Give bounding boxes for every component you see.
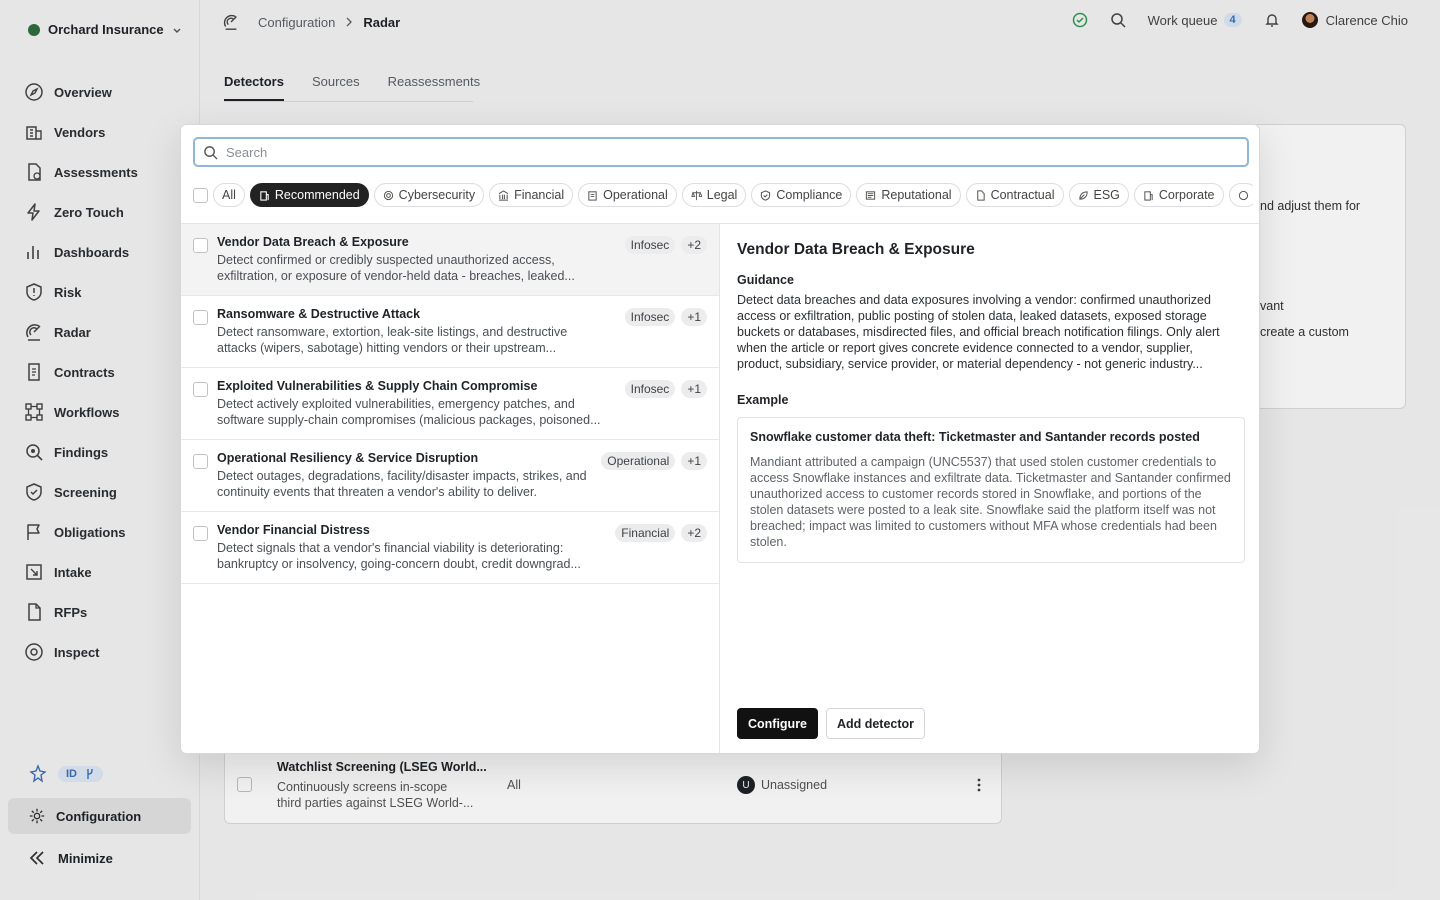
add-detector-button[interactable]: Add detector (826, 708, 925, 739)
detector-row[interactable]: Operational Resiliency & Service Disrupt… (181, 440, 719, 512)
detector-desc: Detect actively exploited vulnerabilitie… (217, 397, 601, 427)
detector-checkbox[interactable] (193, 526, 208, 541)
detector-list: Vendor Data Breach & Exposure Detect con… (181, 224, 719, 584)
scales-icon (691, 190, 702, 200)
filter-chip-legal[interactable]: Legal (681, 183, 747, 207)
chip-label: Cybersecurity (398, 188, 476, 202)
category-filters: All Recommended Cybersecurity Financial … (193, 183, 1253, 207)
select-all-checkbox[interactable] (193, 187, 208, 203)
detector-desc: Detect ransomware, extortion, leak-site … (217, 325, 568, 355)
configure-button[interactable]: Configure (737, 708, 818, 739)
filter-chip-contractual[interactable]: Contractual (965, 183, 1064, 207)
example-title: Snowflake customer data theft: Ticketmas… (750, 430, 1200, 444)
filter-chip-cybersecurity[interactable]: Cybersecurity (373, 183, 485, 207)
more-tags-badge: +2 (681, 524, 707, 542)
detector-row[interactable]: Vendor Data Breach & Exposure Detect con… (181, 224, 719, 296)
chip-label: Legal (706, 188, 738, 202)
example-card: Snowflake customer data theft: Ticketmas… (737, 417, 1245, 563)
detector-title: Vendor Financial Distress (217, 523, 370, 537)
detector-desc: Detect confirmed or credibly suspected u… (217, 253, 575, 283)
category-tag: Operational (601, 452, 676, 470)
detector-checkbox[interactable] (193, 454, 208, 469)
filter-chip-financial[interactable]: Financial (489, 183, 574, 207)
detector-tags: Operational +1 (601, 452, 707, 470)
category-tag: Infosec (624, 380, 676, 398)
chip-label: Operational (603, 188, 668, 202)
modal-column-divider (719, 223, 720, 753)
detector-title: Exploited Vulnerabilities & Supply Chain… (217, 379, 538, 393)
fingerprint-icon (383, 190, 393, 200)
guidance-label: Guidance (737, 273, 794, 287)
filter-chip-all[interactable]: All (213, 183, 245, 207)
add-detector-modal: Search All Recommended Cybersecurity Fin… (180, 124, 1260, 754)
filter-chip-operational[interactable]: Operational (578, 183, 677, 207)
chip-label: Compliance (776, 188, 843, 202)
filter-chip-reputational[interactable]: Reputational (856, 183, 961, 207)
search-icon (204, 145, 218, 160)
clipboard-icon (588, 190, 597, 201)
category-tag: Infosec (624, 236, 676, 254)
bank-icon (498, 189, 509, 201)
shield-check-icon (761, 189, 771, 201)
chip-label: Financial (514, 188, 565, 202)
detector-desc: Detect outages, degradations, facility/d… (217, 469, 587, 499)
example-label: Example (737, 393, 789, 407)
search-input[interactable]: Search (193, 137, 1249, 167)
chip-label: Contractual (990, 188, 1055, 202)
globe-icon (1238, 190, 1248, 200)
detector-tags: Infosec +1 (624, 308, 707, 326)
chip-label: All (222, 188, 236, 202)
example-body: Mandiant attributed a campaign (UNC5537)… (750, 455, 1231, 549)
detector-checkbox[interactable] (193, 382, 208, 397)
filter-chip-recommended[interactable]: Recommended (249, 183, 369, 207)
building-icon (260, 190, 269, 201)
detector-row[interactable]: Ransomware & Destructive Attack Detect r… (181, 296, 719, 368)
newspaper-icon (866, 190, 876, 200)
category-tag: Infosec (624, 308, 676, 326)
building-icon (1144, 190, 1153, 201)
filter-chip-more[interactable] (1228, 183, 1253, 207)
filter-chip-corporate[interactable]: Corporate (1133, 183, 1224, 207)
document-icon (976, 189, 985, 201)
chip-label: ESG (1093, 188, 1120, 202)
guidance-text: Detect data breaches and data exposures … (737, 293, 1220, 371)
chip-label: Corporate (1158, 188, 1215, 202)
filter-chip-compliance[interactable]: Compliance (751, 183, 852, 207)
detector-checkbox[interactable] (193, 238, 208, 253)
more-tags-badge: +1 (681, 308, 707, 326)
more-tags-badge: +1 (681, 380, 707, 398)
detector-title: Operational Resiliency & Service Disrupt… (217, 451, 479, 465)
more-tags-badge: +1 (681, 452, 707, 470)
more-tags-badge: +2 (681, 236, 707, 254)
detector-row[interactable]: Vendor Financial Distress Detect signals… (181, 512, 719, 584)
detector-tags: Infosec +2 (624, 236, 707, 254)
detail-title: Vendor Data Breach & Exposure (737, 241, 975, 258)
leaf-icon (1078, 190, 1088, 200)
category-tag: Financial (615, 524, 676, 542)
detector-desc: Detect signals that a vendor's financial… (217, 541, 581, 571)
detector-row[interactable]: Exploited Vulnerabilities & Supply Chain… (181, 368, 719, 440)
chip-label: Reputational (881, 188, 952, 202)
chip-label: Recommended (274, 188, 360, 202)
detector-title: Vendor Data Breach & Exposure (217, 235, 409, 249)
detector-tags: Infosec +1 (624, 380, 707, 398)
detector-title: Ransomware & Destructive Attack (217, 307, 421, 321)
detector-tags: Financial +2 (615, 524, 707, 542)
detector-checkbox[interactable] (193, 310, 208, 325)
search-placeholder: Search (226, 144, 268, 160)
filter-chip-esg[interactable]: ESG (1068, 183, 1129, 207)
